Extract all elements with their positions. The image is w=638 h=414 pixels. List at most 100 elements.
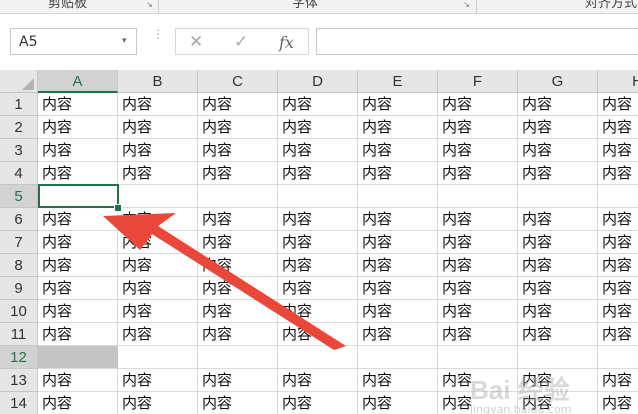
cell-f5[interactable] — [438, 185, 518, 208]
cell-h14[interactable]: 内容 — [598, 392, 638, 414]
fill-handle[interactable] — [114, 204, 122, 212]
insert-function-icon[interactable]: fx — [279, 33, 294, 52]
enter-check-icon[interactable]: ✓ — [234, 32, 248, 52]
cell-g2[interactable]: 内容 — [518, 116, 598, 139]
cell-a6[interactable]: 内容 — [38, 208, 118, 231]
cancel-icon[interactable]: ✕ — [189, 32, 203, 52]
cell-e11[interactable]: 内容 — [358, 323, 438, 346]
cell-c2[interactable]: 内容 — [198, 116, 278, 139]
column-header-f[interactable]: F — [438, 70, 518, 93]
cell-e10[interactable]: 内容 — [358, 300, 438, 323]
cell-f3[interactable]: 内容 — [438, 139, 518, 162]
cell-a14[interactable]: 内容 — [38, 392, 118, 414]
cell-h13[interactable]: 内容 — [598, 369, 638, 392]
cell-a4[interactable]: 内容 — [38, 162, 118, 185]
worksheet-grid[interactable]: ABCDEFGH 1 2 3 4 5 6 7 8 9 10 11 12 13 14 内容 内容 内容 内容 内容内… — [0, 70, 638, 414]
cell-a1[interactable]: 内容 — [38, 93, 118, 116]
chevron-down-icon[interactable]: ▾ — [122, 36, 127, 46]
cell-c1[interactable]: 内容 — [198, 93, 278, 116]
row-header-9[interactable]: 9 — [0, 277, 38, 300]
cell-b2[interactable]: 内容 — [118, 116, 198, 139]
cell-h12[interactable] — [598, 346, 638, 369]
cell-c13[interactable]: 内容 — [198, 369, 278, 392]
cell-f4[interactable]: 内容 — [438, 162, 518, 185]
cell-b13[interactable]: 内容 — [118, 369, 198, 392]
highlighted-cell-a12[interactable] — [38, 346, 118, 368]
cell-e12[interactable] — [358, 346, 438, 369]
cell-c12[interactable] — [198, 346, 278, 369]
cell-e14[interactable]: 内容 — [358, 392, 438, 414]
cell-d8[interactable]: 内容 — [278, 254, 358, 277]
column-header-c[interactable]: C — [198, 70, 278, 93]
cell-h5[interactable] — [598, 185, 638, 208]
cell-b8[interactable]: 内容 — [118, 254, 198, 277]
cell-f8[interactable]: 内容 — [438, 254, 518, 277]
cell-d11[interactable]: 内容 — [278, 323, 358, 346]
cell-g3[interactable]: 内容 — [518, 139, 598, 162]
cell-d14[interactable]: 内容 — [278, 392, 358, 414]
cell-h2[interactable]: 内容 — [598, 116, 638, 139]
cell-e2[interactable]: 内容 — [358, 116, 438, 139]
cell-g9[interactable]: 内容 — [518, 277, 598, 300]
row-header-8[interactable]: 8 — [0, 254, 38, 277]
clipboard-launcher-icon[interactable]: ↘ — [145, 0, 154, 9]
row-header-6[interactable]: 6 — [0, 208, 38, 231]
cell-c14[interactable]: 内容 — [198, 392, 278, 414]
cell-d7[interactable]: 内容 — [278, 231, 358, 254]
cell-c5[interactable] — [198, 185, 278, 208]
cell-h3[interactable]: 内容 — [598, 139, 638, 162]
cell-h1[interactable]: 内容 — [598, 93, 638, 116]
cell-f9[interactable]: 内容 — [438, 277, 518, 300]
column-header-g[interactable]: G — [518, 70, 598, 93]
cell-a2[interactable]: 内容 — [38, 116, 118, 139]
column-header-a[interactable]: A — [38, 70, 118, 93]
formula-bar-grip-icon[interactable]: ⋮ — [152, 28, 164, 40]
cell-c3[interactable]: 内容 — [198, 139, 278, 162]
cell-c6[interactable]: 内容 — [198, 208, 278, 231]
cell-h6[interactable]: 内容 — [598, 208, 638, 231]
cell-f6[interactable]: 内容 — [438, 208, 518, 231]
cell-a13[interactable]: 内容 — [38, 369, 118, 392]
cell-d5[interactable] — [278, 185, 358, 208]
active-cell-a5[interactable] — [38, 184, 119, 208]
cell-e3[interactable]: 内容 — [358, 139, 438, 162]
cell-f11[interactable]: 内容 — [438, 323, 518, 346]
cell-a8[interactable]: 内容 — [38, 254, 118, 277]
row-header-3[interactable]: 3 — [0, 139, 38, 162]
cell-h11[interactable]: 内容 — [598, 323, 638, 346]
row-header-13[interactable]: 13 — [0, 369, 38, 392]
cell-g7[interactable]: 内容 — [518, 231, 598, 254]
cell-a7[interactable]: 内容 — [38, 231, 118, 254]
cell-c9[interactable]: 内容 — [198, 277, 278, 300]
cell-g12[interactable] — [518, 346, 598, 369]
cell-a10[interactable]: 内容 — [38, 300, 118, 323]
cell-c11[interactable]: 内容 — [198, 323, 278, 346]
cell-e5[interactable] — [358, 185, 438, 208]
cell-f1[interactable]: 内容 — [438, 93, 518, 116]
cell-g10[interactable]: 内容 — [518, 300, 598, 323]
cell-f2[interactable]: 内容 — [438, 116, 518, 139]
cell-h7[interactable]: 内容 — [598, 231, 638, 254]
name-box[interactable]: A5 ▾ — [10, 28, 137, 55]
cell-g4[interactable]: 内容 — [518, 162, 598, 185]
cell-c7[interactable]: 内容 — [198, 231, 278, 254]
cell-e13[interactable]: 内容 — [358, 369, 438, 392]
cell-h4[interactable]: 内容 — [598, 162, 638, 185]
cell-d10[interactable]: 内容 — [278, 300, 358, 323]
cell-f7[interactable]: 内容 — [438, 231, 518, 254]
cell-b5[interactable] — [118, 185, 198, 208]
cell-b4[interactable]: 内容 — [118, 162, 198, 185]
cell-g11[interactable]: 内容 — [518, 323, 598, 346]
cell-f10[interactable]: 内容 — [438, 300, 518, 323]
row-header-12[interactable]: 12 — [0, 346, 38, 369]
cell-a11[interactable]: 内容 — [38, 323, 118, 346]
cell-d2[interactable]: 内容 — [278, 116, 358, 139]
cell-d12[interactable] — [278, 346, 358, 369]
cell-b1[interactable]: 内容 — [118, 93, 198, 116]
cell-e8[interactable]: 内容 — [358, 254, 438, 277]
cell-e9[interactable]: 内容 — [358, 277, 438, 300]
cell-d9[interactable]: 内容 — [278, 277, 358, 300]
cell-b3[interactable]: 内容 — [118, 139, 198, 162]
column-header-h[interactable]: H — [598, 70, 638, 93]
cell-b10[interactable]: 内容 — [118, 300, 198, 323]
